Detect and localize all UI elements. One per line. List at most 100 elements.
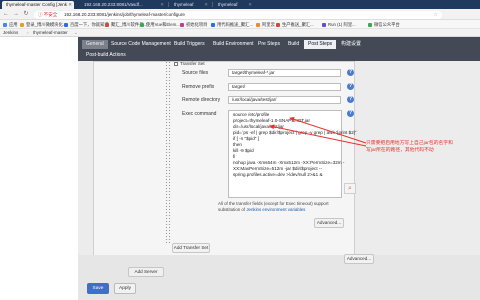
tab-title: thymeleaf bbox=[218, 2, 238, 7]
close-icon[interactable]: ✕ bbox=[204, 1, 208, 9]
forward-arrow-icon[interactable]: → bbox=[12, 10, 20, 19]
source-files-label: Source files bbox=[182, 70, 209, 76]
browser-tab[interactable]: thymeleaf ✕ bbox=[214, 1, 254, 9]
tab-separator bbox=[212, 2, 213, 7]
add-transfer-set-button[interactable]: Add Transfer Set bbox=[172, 243, 210, 253]
source-files-input[interactable]: target/thymeleaf-*.jar bbox=[228, 69, 341, 77]
advanced-button[interactable]: Advanced... bbox=[314, 218, 344, 228]
bookmark-favicon-icon bbox=[211, 22, 215, 27]
breadcrumb: Jenkins › thymeleaf-master ⌄ bbox=[0, 29, 480, 37]
bottom-bar bbox=[78, 255, 480, 300]
bookmark-favicon-icon bbox=[20, 22, 24, 27]
tab-source-code-management[interactable]: Source Code Management bbox=[107, 40, 175, 49]
help-icon[interactable]: ? bbox=[347, 69, 354, 76]
bookmark-favicon-icon bbox=[256, 22, 260, 27]
command-line: fi bbox=[233, 154, 236, 159]
command-line: nohup java -Xms64m -Xmx512m -XX:PermSize… bbox=[233, 160, 345, 165]
advanced-bottom-button[interactable]: Advanced... bbox=[344, 254, 374, 264]
browser-tab[interactable]: thymeleaf ✕ bbox=[170, 1, 210, 9]
transfer-set-checkbox[interactable] bbox=[174, 62, 178, 66]
bookmark-favicon-icon bbox=[105, 22, 109, 27]
help-icon[interactable]: ? bbox=[347, 96, 354, 103]
chevron-down-icon[interactable]: ⌄ bbox=[74, 29, 78, 37]
substitution-note-line2: substitution of Jenkins environment vari… bbox=[218, 207, 306, 212]
bookmark-item[interactable]: 初始化项目 bbox=[180, 20, 207, 29]
config-tabs: General Source Code Management Build Tri… bbox=[78, 37, 480, 61]
command-line: dir=/usr/local/java/test/jar bbox=[233, 124, 284, 129]
breadcrumb-job[interactable]: thymeleaf-master bbox=[33, 29, 68, 37]
bookmark-favicon-icon bbox=[140, 22, 144, 27]
tab-build-environment[interactable]: Build Environment bbox=[209, 40, 258, 49]
side-panel bbox=[0, 37, 78, 300]
tab-title: thymeleaf bbox=[174, 2, 194, 7]
breadcrumb-jenkins[interactable]: Jenkins bbox=[3, 29, 18, 37]
remove-prefix-input[interactable]: target/ bbox=[228, 83, 341, 91]
tab-post-build-actions[interactable]: Post-build Actions bbox=[82, 51, 130, 60]
command-line: XX:MaxPermSize=512m -jar $dir/$project -… bbox=[233, 166, 322, 171]
add-server-button[interactable]: Add Server bbox=[128, 267, 164, 277]
back-arrow-icon[interactable]: ← bbox=[2, 10, 10, 19]
help-icon[interactable]: ? bbox=[347, 110, 354, 117]
close-icon[interactable]: ✕ bbox=[68, 1, 72, 9]
tab-separator bbox=[168, 2, 169, 7]
bookmark-item[interactable]: Run (1) 阿里... bbox=[322, 20, 356, 29]
tab-build[interactable]: Build bbox=[284, 40, 303, 49]
command-line: then bbox=[233, 142, 242, 147]
bookmark-item[interactable]: 使用Vue和Elem... bbox=[140, 20, 180, 29]
bookmark-item[interactable]: 登录_博川微模块化... bbox=[20, 20, 66, 29]
browser-tab-active[interactable]: thymeleaf-master Config [Jenk ✕ bbox=[2, 1, 74, 9]
bookmark-item[interactable]: 应用 bbox=[3, 20, 18, 29]
help-icon[interactable]: ? bbox=[347, 83, 354, 90]
apps-icon bbox=[3, 22, 7, 27]
breadcrumb-separator: › bbox=[27, 30, 29, 35]
bookmark-item[interactable]: 生产推送_聚汇... bbox=[276, 20, 314, 29]
bookmark-item[interactable]: 百度一下，你就知道 bbox=[64, 20, 109, 29]
remote-directory-input[interactable]: /usr/local/java/test/jar/ bbox=[228, 96, 341, 104]
bookmark-favicon-icon bbox=[276, 22, 280, 27]
browser-tab[interactable]: 192.168.20.233:8081/Vasdf... ✕ bbox=[80, 1, 166, 9]
tab-post-steps[interactable]: Post Steps bbox=[304, 40, 337, 49]
reload-icon[interactable]: ↻ bbox=[22, 10, 30, 19]
bookmark-item[interactable]: 用代码推送_聚汇... bbox=[211, 20, 253, 29]
annotation-line: 写jar所在的路径，其他代码不动 bbox=[366, 148, 434, 153]
search-icon[interactable]: ⌕ bbox=[344, 183, 356, 194]
url-input[interactable]: ⓘ 不安全 192.168.20.233:8081/jenkins/job/th… bbox=[34, 10, 442, 19]
tab-title: thymeleaf-master Config [Jenk bbox=[6, 2, 68, 7]
bookmark-item[interactable]: 微信公众平台 bbox=[368, 20, 400, 29]
annotation-text: 只需要把启用地方写上自己jar包的名字和 写jar所在的路径，其他代码不动 bbox=[366, 140, 480, 154]
save-button[interactable]: Save bbox=[87, 283, 109, 294]
close-icon[interactable]: ✕ bbox=[160, 1, 164, 9]
exec-command-label: Exec command bbox=[182, 111, 217, 117]
close-icon[interactable]: ✕ bbox=[248, 1, 252, 9]
drag-handle[interactable] bbox=[165, 61, 172, 245]
security-warning[interactable]: ⓘ 不安全 bbox=[38, 11, 57, 19]
apply-button[interactable]: Apply bbox=[114, 283, 136, 294]
tab-title: 192.168.20.233:8081/Vasdf... bbox=[84, 2, 143, 7]
tab-general[interactable]: General bbox=[82, 40, 108, 49]
command-line: if [ -n "$pid" ] bbox=[233, 136, 259, 141]
browser-tab-strip: thymeleaf-master Config [Jenk ✕ 192.168.… bbox=[0, 0, 480, 9]
bookmark-favicon-icon bbox=[368, 22, 372, 27]
bookmark-favicon-icon bbox=[322, 22, 326, 27]
command-line: source /etc/profile bbox=[233, 112, 270, 117]
remove-prefix-label: Remove prefix bbox=[182, 84, 215, 90]
star-icon[interactable]: ☆ bbox=[434, 11, 438, 19]
bookmarks-bar: 应用 登录_博川微模块化... 百度一下，你就知道 聚汇_博川软件开... 使用… bbox=[0, 20, 480, 29]
bookmark-favicon-icon bbox=[180, 22, 184, 27]
env-variables-link[interactable]: Jenkins environment variables bbox=[246, 207, 305, 212]
tab-build-triggers[interactable]: Build Triggers bbox=[170, 40, 209, 49]
substitution-note: All of the transfer fields (except for E… bbox=[218, 201, 329, 206]
command-line: kill -9 $pid bbox=[233, 148, 254, 153]
address-bar: ← → ↻ ⓘ 不安全 192.168.20.233:8081/jenkins/… bbox=[0, 9, 480, 20]
tab-build-settings[interactable]: 构建设置 bbox=[337, 40, 365, 49]
annotation-line: 只需要把启用地方写上自己jar包的名字和 bbox=[366, 141, 453, 146]
command-line: project=thymeleaf-1.0-SNAPSHOT.jar bbox=[233, 118, 310, 123]
bookmark-item[interactable]: 阿里云 bbox=[256, 20, 275, 29]
remote-directory-label: Remote directory bbox=[182, 97, 221, 103]
url-text: 192.168.20.233:8081/jenkins/job/thymelea… bbox=[64, 11, 185, 17]
command-line: spring.profiles.active=dev >/dev/null 2>… bbox=[233, 172, 323, 177]
transfer-set-label: Transfer Set bbox=[180, 61, 205, 66]
bookmark-favicon-icon bbox=[64, 22, 68, 27]
command-line: pid=`ps -ef | grep $dir/$project | grep … bbox=[233, 130, 358, 135]
tab-pre-steps[interactable]: Pre Steps bbox=[254, 40, 284, 49]
